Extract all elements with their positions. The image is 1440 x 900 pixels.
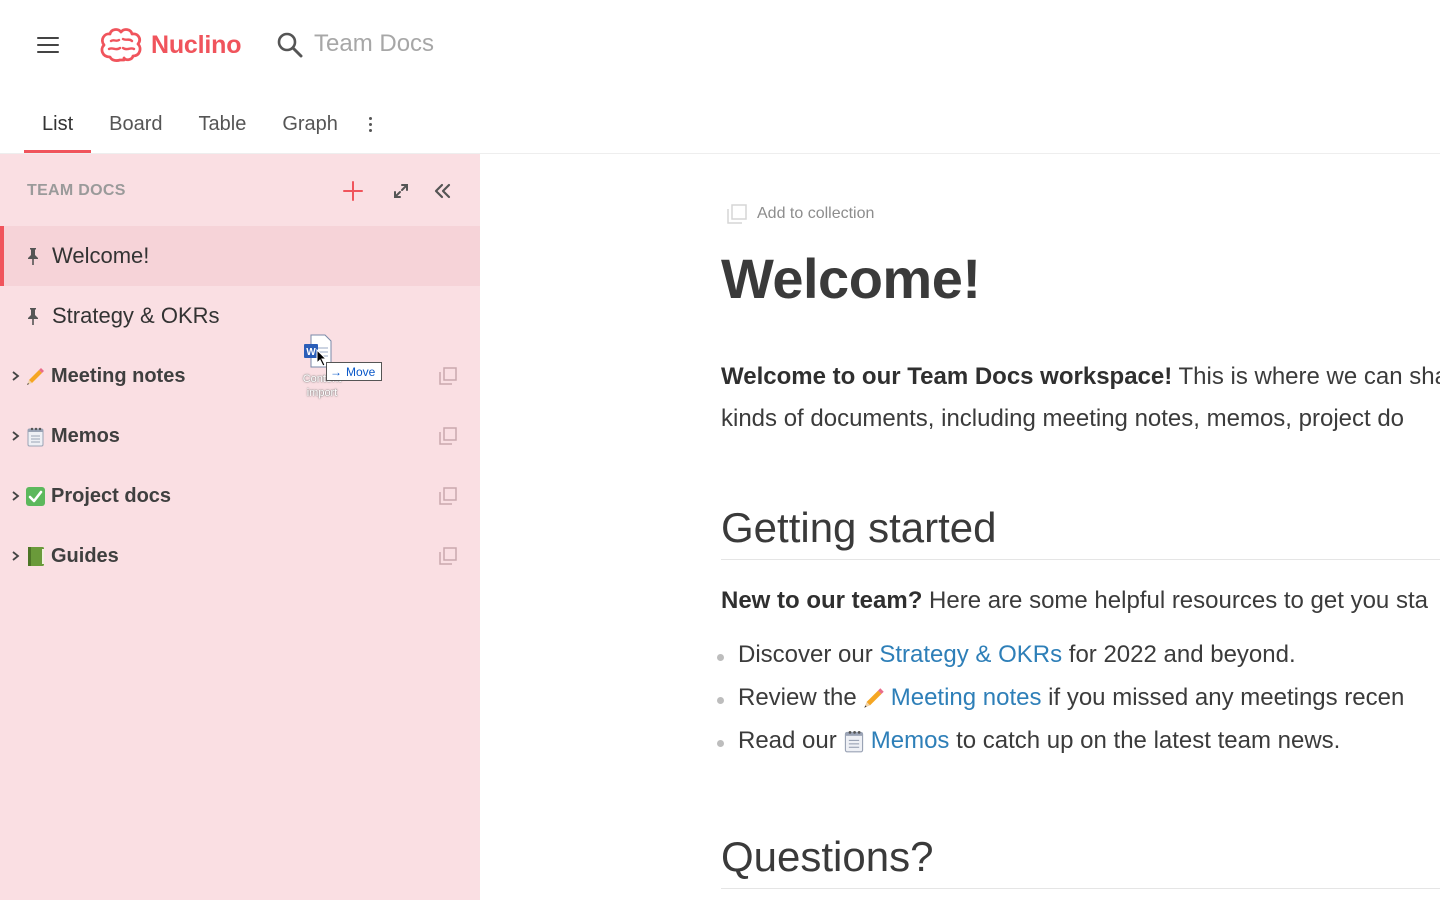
add-to-collection-label: Add to collection (757, 205, 875, 222)
list-item-text: Review the (738, 684, 857, 711)
intro-bold: Welcome to our Team Docs workspace! (721, 363, 1173, 390)
sidebar-item-label: Guides (51, 544, 119, 567)
menu-icon[interactable] (37, 37, 59, 54)
search-bar[interactable]: Team Docs (276, 30, 434, 58)
sidebar-item-welcome[interactable]: Welcome! (0, 226, 480, 286)
sidebar-item-project-docs[interactable]: Project docs (0, 466, 480, 526)
chevron-right-icon[interactable] (11, 550, 20, 562)
sidebar-item-strategy-okrs[interactable]: Strategy & OKRs (0, 286, 480, 346)
tab-list[interactable]: List (24, 96, 92, 153)
search-input[interactable]: Team Docs (314, 30, 434, 58)
tab-board[interactable]: Board (91, 96, 180, 153)
list-item: Discover our Strategy & OKRs for 2022 an… (717, 641, 1296, 669)
workspace-title: TEAM DOCS (27, 182, 126, 199)
sidebar-item-memos[interactable]: Memos (0, 406, 480, 466)
intro-paragraph-line2[interactable]: kinds of documents, including meeting no… (721, 398, 1404, 440)
tab-label: Board (109, 113, 163, 135)
intro-paragraph[interactable]: Welcome to our Team Docs workspace! This… (721, 356, 1440, 398)
pencil-icon (27, 368, 44, 385)
collapse-sidebar-icon[interactable] (433, 182, 453, 200)
list-item-text: Read our (738, 727, 837, 754)
document-title[interactable]: Welcome! (721, 246, 981, 311)
tab-graph[interactable]: Graph (264, 96, 356, 153)
link-meeting-notes[interactable]: Meeting notes (891, 684, 1042, 712)
new-team-paragraph[interactable]: New to our team? Here are some helpful r… (721, 580, 1428, 622)
list-item-text: for 2022 and beyond. (1062, 641, 1296, 668)
sidebar-item-label: Welcome! (52, 243, 150, 268)
heading-rule (721, 559, 1440, 560)
bullet-dot (717, 654, 724, 661)
tab-label: List (42, 113, 74, 135)
pin-icon (28, 248, 38, 265)
heading-questions[interactable]: Questions? (721, 833, 933, 881)
chevron-right-icon[interactable] (11, 430, 20, 442)
tab-label: Graph (282, 113, 338, 135)
sidebar-item-label: Meeting notes (51, 364, 186, 387)
sidebar: TEAM DOCS Welcome! Strategy & OKRs Meeti… (0, 154, 480, 900)
view-tabs: List Board Table Graph (24, 96, 384, 153)
sidebar-item-guides[interactable]: Guides (0, 526, 480, 586)
list-item-text: to catch up on the latest team news. (949, 727, 1341, 754)
app-name: Nuclino (151, 30, 242, 59)
search-icon (277, 32, 303, 57)
expand-icon[interactable] (392, 182, 410, 200)
heading-rule (721, 888, 1440, 889)
bullet-dot (717, 740, 724, 747)
list-item-text: if you missed any meetings recen (1041, 684, 1405, 711)
link-memos[interactable]: Memos (871, 727, 950, 755)
green-book-icon (28, 547, 44, 566)
sidebar-item-label: Project docs (51, 484, 172, 507)
add-item-button[interactable] (342, 180, 364, 202)
list-item: Read our Memos to catch up on the latest… (717, 727, 1341, 755)
copy-icon[interactable] (439, 367, 457, 385)
more-views-icon[interactable] (358, 96, 384, 153)
bullet-dot (717, 697, 724, 704)
pin-icon (28, 308, 38, 325)
sidebar-item-label: Memos (51, 424, 120, 447)
new-team-bold: New to our team? (721, 587, 923, 614)
tab-label: Table (198, 113, 247, 135)
document-area: Add to collection Welcome! Welcome to ou… (480, 154, 1440, 900)
intro-text: This is where we can sha (1172, 363, 1440, 390)
spiral-notepad-icon (27, 427, 44, 447)
spiral-notepad-icon (844, 731, 863, 753)
copy-icon[interactable] (439, 487, 457, 505)
chevron-right-icon[interactable] (11, 490, 20, 502)
heading-getting-started[interactable]: Getting started (721, 504, 996, 552)
copy-icon[interactable] (439, 547, 457, 565)
brain-icon (100, 28, 142, 62)
list-item: Review the Meeting notes if you missed a… (717, 684, 1405, 712)
copy-icon[interactable] (439, 427, 457, 445)
list-item-text: Discover our (738, 641, 880, 668)
new-team-text: Here are some helpful resources to get y… (922, 587, 1428, 614)
chevron-right-icon[interactable] (11, 370, 20, 382)
collection-icon (727, 204, 747, 224)
top-bar: Nuclino Team Docs (0, 0, 1440, 92)
nuclino-logo[interactable]: Nuclino (98, 27, 241, 63)
check-mark-icon (26, 487, 45, 506)
sidebar-item-meeting-notes[interactable]: Meeting notes (0, 346, 480, 406)
sidebar-item-label: Strategy & OKRs (52, 303, 220, 328)
link-strategy-okrs[interactable]: Strategy & OKRs (879, 641, 1062, 669)
tab-table[interactable]: Table (181, 96, 265, 153)
pencil-icon (864, 688, 884, 708)
add-to-collection-button[interactable]: Add to collection (727, 204, 874, 224)
